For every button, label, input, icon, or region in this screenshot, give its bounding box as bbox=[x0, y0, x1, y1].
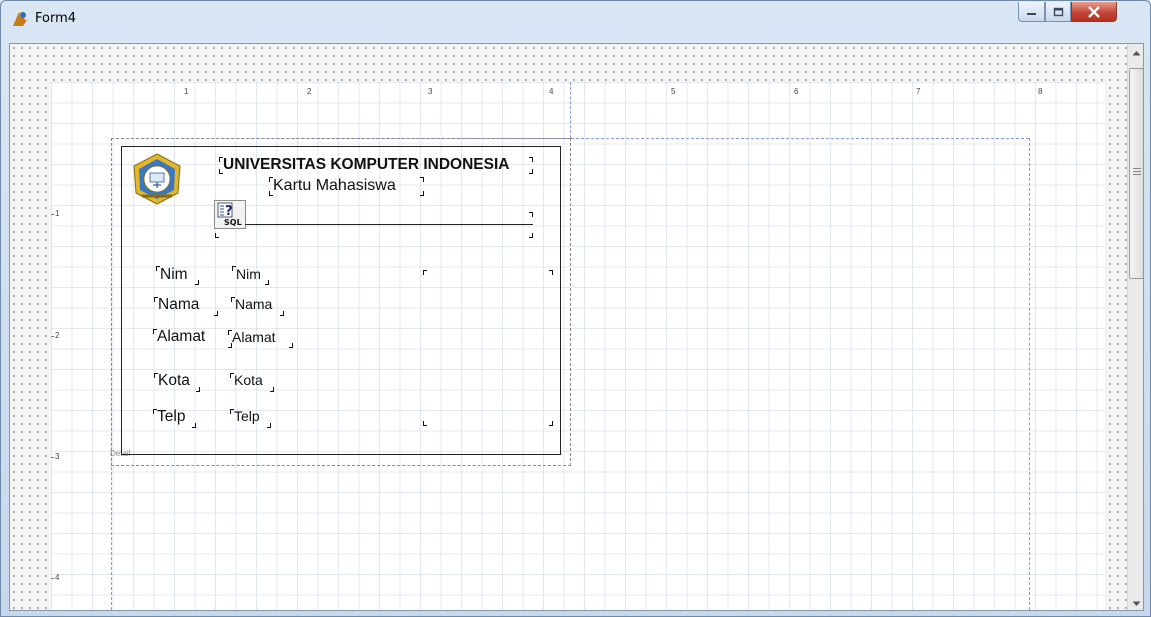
selection-corner bbox=[231, 297, 235, 302]
selection-corner bbox=[156, 266, 160, 271]
report-subtitle-label[interactable]: Kartu Mahasiswa bbox=[273, 177, 396, 195]
ruler-tick-v bbox=[51, 457, 54, 458]
db-field-nama[interactable]: Nama bbox=[235, 296, 272, 312]
selection-corner bbox=[423, 421, 427, 426]
selection-corner bbox=[154, 373, 158, 378]
selection-corner bbox=[153, 329, 157, 334]
chevron-down-icon bbox=[1132, 601, 1141, 606]
caption-label-kota[interactable]: Kota bbox=[158, 372, 190, 390]
selection-corner bbox=[153, 409, 157, 414]
form-window: Form4 1 2 3 4 5 6 7 8 1 2 3 4 Detail UNI… bbox=[0, 0, 1151, 617]
minimize-icon bbox=[1027, 12, 1036, 15]
ruler-mark-h: 3 bbox=[428, 87, 433, 96]
selection-corner bbox=[219, 169, 223, 174]
scroll-thumb[interactable] bbox=[1129, 68, 1143, 279]
selection-corner bbox=[289, 343, 293, 348]
scroll-grip-icon bbox=[1133, 168, 1141, 177]
ruler-mark-v: 3 bbox=[55, 452, 60, 461]
ruler-tick-v bbox=[51, 214, 54, 215]
selection-corner bbox=[529, 157, 533, 162]
selection-corner bbox=[529, 169, 533, 174]
svg-text:?: ? bbox=[225, 204, 233, 219]
db-field-alamat[interactable]: Alamat bbox=[232, 329, 276, 345]
chevron-up-icon bbox=[1132, 50, 1141, 55]
form-client-area: 1 2 3 4 5 6 7 8 1 2 3 4 Detail UNIVERSIT… bbox=[9, 43, 1144, 611]
sql-icon-caption: SQL bbox=[224, 218, 242, 227]
title-bar[interactable]: Form4 bbox=[1, 1, 1150, 35]
selection-corner bbox=[549, 421, 553, 426]
ruler-mark-v: 2 bbox=[55, 331, 60, 340]
db-field-kota[interactable]: Kota bbox=[234, 372, 263, 388]
ruler-mark-v: 1 bbox=[55, 209, 60, 218]
ruler-mark-v: 4 bbox=[55, 573, 60, 582]
window-title: Form4 bbox=[35, 11, 77, 26]
selection-corner bbox=[265, 280, 269, 285]
selection-corner bbox=[280, 311, 284, 316]
selection-corner bbox=[192, 423, 196, 428]
selection-corner bbox=[270, 387, 274, 392]
band-edge-guide bbox=[570, 82, 571, 138]
selection-corner bbox=[195, 280, 199, 285]
selection-corner bbox=[219, 157, 223, 162]
selection-corner bbox=[420, 191, 424, 196]
caption-label-telp[interactable]: Telp bbox=[157, 408, 185, 426]
vertical-scrollbar[interactable] bbox=[1127, 44, 1143, 610]
ruler-tick-v bbox=[51, 578, 54, 579]
sql-query-component[interactable]: ? SQL bbox=[214, 200, 246, 229]
maximize-icon bbox=[1053, 7, 1063, 16]
selection-corner bbox=[154, 297, 158, 302]
selection-corner bbox=[232, 266, 236, 271]
ruler-mark-h: 8 bbox=[1038, 87, 1043, 96]
ruler-mark-h: 5 bbox=[671, 87, 676, 96]
ruler-mark-h: 1 bbox=[184, 87, 189, 96]
selection-corner bbox=[269, 191, 273, 196]
selection-corner bbox=[420, 177, 424, 182]
selection-corner bbox=[267, 423, 271, 428]
caption-label-nim[interactable]: Nim bbox=[160, 266, 188, 284]
selection-corner bbox=[529, 233, 533, 238]
scroll-up-button[interactable] bbox=[1128, 44, 1143, 61]
delphi-app-icon bbox=[13, 12, 27, 26]
selection-corner bbox=[549, 270, 553, 275]
close-icon bbox=[1088, 5, 1100, 18]
scroll-down-button[interactable] bbox=[1128, 595, 1143, 610]
selection-corner bbox=[228, 343, 232, 348]
ruler-mark-h: 4 bbox=[549, 87, 554, 96]
close-button[interactable] bbox=[1071, 2, 1117, 22]
report-title-label[interactable]: UNIVERSITAS KOMPUTER INDONESIA bbox=[223, 156, 510, 174]
selection-corner bbox=[228, 330, 232, 335]
selection-corner bbox=[269, 177, 273, 182]
selection-corner bbox=[215, 233, 219, 238]
right-margin-guide bbox=[1029, 138, 1030, 610]
maximize-button[interactable] bbox=[1045, 2, 1071, 22]
selection-corner bbox=[196, 387, 200, 392]
selection-corner bbox=[529, 212, 533, 217]
ruler-mark-h: 2 bbox=[307, 87, 312, 96]
ruler-mark-h: 6 bbox=[794, 87, 799, 96]
report-page[interactable]: 1 2 3 4 5 6 7 8 1 2 3 4 Detail UNIVERSIT… bbox=[51, 82, 1105, 610]
university-logo[interactable] bbox=[131, 153, 183, 205]
selection-corner bbox=[230, 373, 234, 378]
ruler-mark-h: 7 bbox=[916, 87, 921, 96]
caption-label-alamat[interactable]: Alamat bbox=[157, 328, 205, 346]
selection-corner bbox=[230, 409, 234, 414]
selection-corner bbox=[423, 270, 427, 275]
db-field-telp[interactable]: Telp bbox=[234, 408, 260, 424]
header-divider-line[interactable] bbox=[245, 224, 533, 225]
ruler-tick-v bbox=[51, 336, 54, 337]
selection-corner bbox=[214, 311, 218, 316]
caption-label-nama[interactable]: Nama bbox=[158, 296, 199, 314]
db-field-nim[interactable]: Nim bbox=[236, 266, 261, 282]
minimize-button[interactable] bbox=[1018, 2, 1045, 22]
